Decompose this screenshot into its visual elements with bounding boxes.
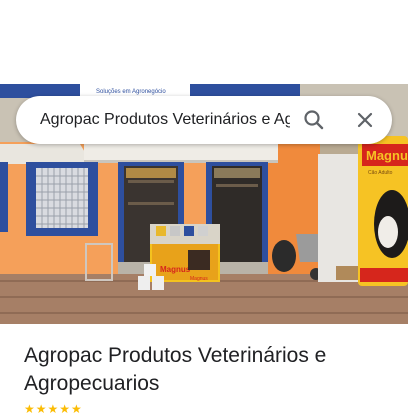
search-button[interactable] xyxy=(292,96,336,144)
store-sign-right: Magnus xyxy=(190,276,208,282)
top-blank-area xyxy=(0,0,408,84)
sack-subtitle: Cão Adulto xyxy=(368,170,393,176)
close-icon xyxy=(357,112,373,128)
close-button[interactable] xyxy=(343,96,387,144)
search-bar[interactable] xyxy=(16,96,392,144)
sack-brand: Magnus xyxy=(366,148,408,163)
place-info-panel: Agropac Produtos Veterinários e Agropecu… xyxy=(0,324,408,416)
search-input[interactable] xyxy=(40,111,290,129)
store-sign-left: Magnus xyxy=(160,265,191,274)
rating-stars: ★★★★★ xyxy=(24,402,83,416)
sign-text: Soluções em Agronegócio xyxy=(96,89,166,95)
place-title: Agropac Produtos Veterinários e Agropecu… xyxy=(24,344,327,395)
search-icon xyxy=(304,110,324,130)
